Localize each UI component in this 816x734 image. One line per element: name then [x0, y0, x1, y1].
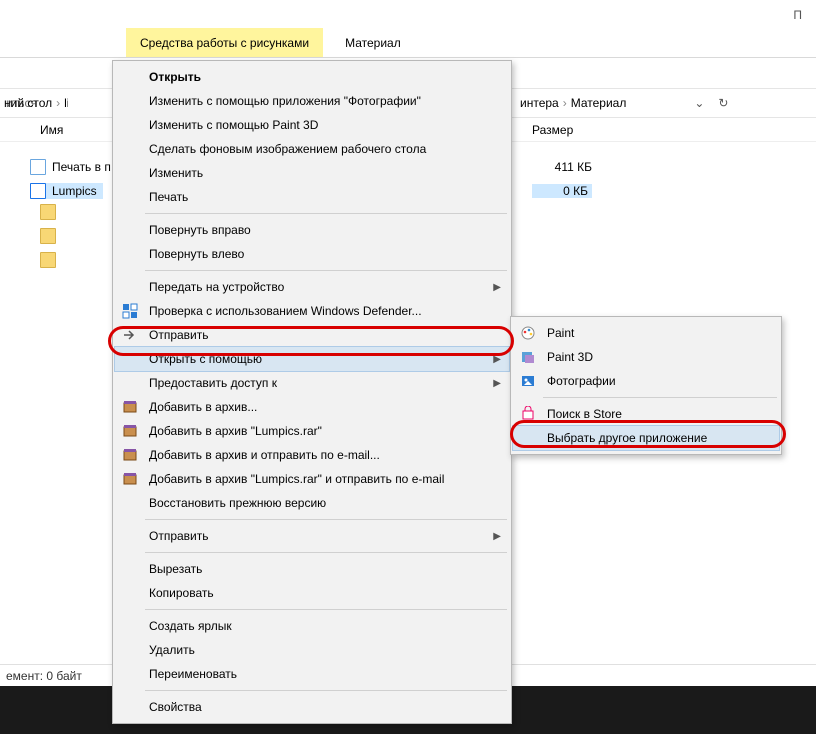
winrar-icon [121, 398, 139, 416]
folder-icon[interactable] [40, 228, 56, 247]
menu-rename[interactable]: Переименовать [115, 662, 509, 686]
material-tab[interactable]: Материал [331, 28, 415, 57]
menu-cast-device[interactable]: Передать на устройство▶ [115, 275, 509, 299]
crumb-desktop[interactable]: ний стол [0, 94, 56, 112]
menu-add-rar-email[interactable]: Добавить в архив "Lumpics.rar" и отправи… [115, 467, 509, 491]
file-name-cell: Lumpics [30, 183, 103, 199]
menu-separator [145, 519, 507, 520]
menu-separator [145, 552, 507, 553]
menu-open[interactable]: Открыть [115, 65, 509, 89]
store-icon [519, 405, 537, 423]
menu-rotate-right[interactable]: Повернуть вправо [115, 218, 509, 242]
menu-separator [145, 690, 507, 691]
search-icon[interactable]: П [793, 0, 802, 30]
chevron-right-icon: ▶ [493, 531, 501, 542]
paint3d-icon [519, 348, 537, 366]
menu-separator [145, 213, 507, 214]
menu-copy[interactable]: Копировать [115, 581, 509, 605]
menu-delete[interactable]: Удалить [115, 638, 509, 662]
submenu-store[interactable]: Поиск в Store [513, 402, 779, 426]
submenu-paint3d[interactable]: Paint 3D [513, 345, 779, 369]
status-text: емент: 0 байт [6, 669, 82, 683]
chevron-right-icon: ▶ [493, 282, 501, 293]
menu-restore-version[interactable]: Восстановить прежнюю версию [115, 491, 509, 515]
open-with-submenu: Paint Paint 3D Фотографии Поиск в Store … [510, 316, 782, 455]
menu-share[interactable]: Отправить [115, 323, 509, 347]
menu-cut[interactable]: Вырезать [115, 557, 509, 581]
shield-icon [121, 302, 139, 320]
menu-give-access[interactable]: Предоставить доступ к▶ [115, 371, 509, 395]
chevron-right-icon: ▶ [493, 354, 501, 365]
menu-edit[interactable]: Изменить [115, 161, 509, 185]
menu-set-wallpaper[interactable]: Сделать фоновым изображением рабочего ст… [115, 137, 509, 161]
file-name: Печать в п [52, 160, 111, 174]
column-size[interactable]: Размер [532, 123, 573, 137]
menu-separator [145, 270, 507, 271]
winrar-icon [121, 470, 139, 488]
menu-edit-paint3d[interactable]: Изменить с помощью Paint 3D [115, 113, 509, 137]
menu-send-to[interactable]: Отправить▶ [115, 524, 509, 548]
menu-defender[interactable]: Проверка с использованием Windows Defend… [115, 299, 509, 323]
breadcrumb[interactable]: ний стол › li [0, 88, 68, 118]
chevron-down-icon[interactable]: ⌄ [694, 96, 704, 110]
picture-tools-tab[interactable]: Средства работы с рисунками [126, 28, 323, 57]
refresh-icon[interactable]: ↻ [718, 96, 728, 110]
image-file-icon [30, 183, 46, 199]
crumb-material[interactable]: Материал [567, 94, 631, 112]
file-name-cell: Печать в п [30, 159, 111, 175]
folder-icon[interactable] [40, 204, 56, 223]
chevron-right-icon: ▶ [493, 378, 501, 389]
menu-separator [543, 397, 777, 398]
crumb-cut[interactable]: li [60, 94, 68, 112]
folder-icon[interactable] [40, 252, 56, 271]
menu-add-archive[interactable]: Добавить в архив... [115, 395, 509, 419]
breadcrumb-right[interactable]: интера › Материал ⌄ ↻ [516, 88, 728, 118]
menu-open-with[interactable]: Открыть с помощью▶ [115, 347, 509, 371]
file-name: Lumpics [52, 184, 97, 198]
menu-create-shortcut[interactable]: Создать ярлык [115, 614, 509, 638]
menu-separator [145, 609, 507, 610]
file-size: 0 КБ [532, 184, 592, 198]
winrar-icon [121, 446, 139, 464]
share-icon [121, 326, 139, 344]
crumb-printer[interactable]: интера [516, 94, 563, 112]
column-name[interactable]: Имя [40, 123, 63, 137]
context-menu: Открыть Изменить с помощью приложения "Ф… [112, 60, 512, 724]
menu-edit-photos[interactable]: Изменить с помощью приложения "Фотографи… [115, 89, 509, 113]
submenu-choose-another-app[interactable]: Выбрать другое приложение [513, 426, 779, 450]
submenu-paint[interactable]: Paint [513, 321, 779, 345]
menu-add-email[interactable]: Добавить в архив и отправить по e-mail..… [115, 443, 509, 467]
menu-add-rar[interactable]: Добавить в архив "Lumpics.rar" [115, 419, 509, 443]
paint-icon [519, 324, 537, 342]
file-size: 411 КБ [532, 160, 592, 174]
image-file-icon [30, 159, 46, 175]
menu-rotate-left[interactable]: Повернуть влево [115, 242, 509, 266]
winrar-icon [121, 422, 139, 440]
menu-print[interactable]: Печать [115, 185, 509, 209]
menu-properties[interactable]: Свойства [115, 695, 509, 719]
submenu-photos[interactable]: Фотографии [513, 369, 779, 393]
photos-icon [519, 372, 537, 390]
ribbon-tabs: Средства работы с рисунками Материал [0, 28, 816, 58]
